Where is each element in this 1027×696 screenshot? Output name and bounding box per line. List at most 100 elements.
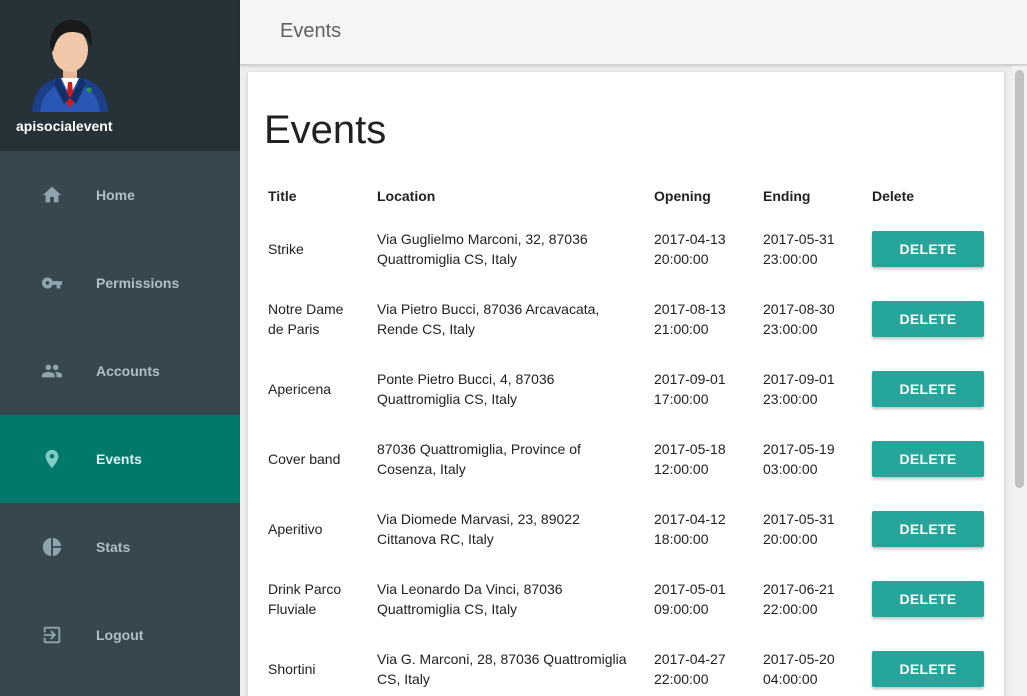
table-row: Strike Via Guglielmo Marconi, 32, 87036 …: [260, 214, 996, 284]
sidebar-item-accounts[interactable]: Accounts: [0, 327, 240, 415]
event-opening: 2017-09-01 17:00:00: [646, 354, 755, 424]
event-title: Strike: [268, 241, 304, 257]
location-pin-icon: [40, 447, 64, 471]
event-opening: 2017-08-13 21:00:00: [646, 284, 755, 354]
ending-time: 20:00:00: [763, 531, 818, 547]
sidebar-item-label: Home: [96, 187, 135, 203]
sidebar-item-label: Events: [96, 451, 142, 467]
table-row: Notre Dame de Paris Via Pietro Bucci, 87…: [260, 284, 996, 354]
table-row: Drink Parco Fluviale Via Leonardo Da Vin…: [260, 564, 996, 634]
event-title: Shortini: [268, 661, 316, 677]
event-delete-cell: DELETE: [864, 634, 996, 696]
event-ending: 2017-09-01 23:00:00: [755, 354, 864, 424]
sidebar-item-home[interactable]: Home: [0, 151, 240, 239]
ending-time: 23:00:00: [763, 321, 818, 337]
event-location: Via Pietro Bucci, 87036 Arcavacata, Rend…: [377, 301, 600, 337]
toolbar-title: Events: [280, 20, 342, 42]
ending-time: 23:00:00: [763, 391, 818, 407]
key-icon: [40, 271, 64, 295]
event-location: 87036 Quattromiglia, Province of Cosenza…: [377, 441, 581, 477]
opening-time: 18:00:00: [654, 531, 709, 547]
user-avatar: [32, 19, 108, 112]
delete-button[interactable]: DELETE: [872, 301, 984, 337]
event-ending: 2017-05-31 23:00:00: [755, 214, 864, 284]
event-ending: 2017-08-30 23:00:00: [755, 284, 864, 354]
event-title: Notre Dame de Paris: [268, 301, 344, 337]
event-title: Apericena: [268, 381, 332, 397]
ending-date: 2017-06-21: [763, 581, 835, 597]
delete-button[interactable]: DELETE: [872, 581, 984, 617]
vertical-scrollbar[interactable]: [1012, 66, 1027, 696]
opening-time: 21:00:00: [654, 321, 709, 337]
opening-time: 17:00:00: [654, 391, 709, 407]
table-row: Shortini Via G. Marconi, 28, 87036 Quatt…: [260, 634, 996, 696]
ending-date: 2017-05-31: [763, 231, 835, 247]
event-title: Aperitivo: [268, 521, 323, 537]
delete-button[interactable]: DELETE: [872, 511, 984, 547]
column-header-delete: Delete: [872, 188, 915, 204]
sidebar: apisocialevent Home Permissions Accounts: [0, 0, 240, 696]
event-delete-cell: DELETE: [864, 214, 996, 284]
people-icon: [40, 359, 64, 383]
ending-date: 2017-05-20: [763, 651, 835, 667]
opening-date: 2017-05-01: [654, 581, 726, 597]
ending-date: 2017-05-19: [763, 441, 835, 457]
delete-button[interactable]: DELETE: [872, 651, 984, 687]
opening-date: 2017-05-18: [654, 441, 726, 457]
table-row: Apericena Ponte Pietro Bucci, 4, 87036 Q…: [260, 354, 996, 424]
event-location: Via Leonardo Da Vinci, 87036 Quattromigl…: [377, 581, 563, 617]
event-location: Via G. Marconi, 28, 87036 Quattromiglia …: [377, 651, 627, 687]
ending-time: 22:00:00: [763, 601, 818, 617]
event-location: Via Guglielmo Marconi, 32, 87036 Quattro…: [377, 231, 588, 267]
event-opening: 2017-04-12 18:00:00: [646, 494, 755, 564]
logout-icon: [40, 623, 64, 647]
sidebar-item-events[interactable]: Events: [0, 415, 240, 503]
sidebar-item-label: Stats: [96, 539, 131, 555]
opening-time: 22:00:00: [654, 671, 709, 687]
username: apisocialevent: [16, 118, 113, 134]
profile-section: apisocialevent: [0, 0, 240, 151]
sidebar-item-permissions[interactable]: Permissions: [0, 239, 240, 327]
events-table: Title Location Opening Ending Delete Str…: [260, 178, 996, 696]
ending-time: 03:00:00: [763, 461, 818, 477]
top-app-bar: Events: [240, 0, 1027, 65]
delete-button[interactable]: DELETE: [872, 371, 984, 407]
event-opening: 2017-05-18 12:00:00: [646, 424, 755, 494]
delete-button[interactable]: DELETE: [872, 441, 984, 477]
column-header-opening: Opening: [654, 188, 711, 204]
column-header-title: Title: [268, 188, 297, 204]
sidebar-item-logout[interactable]: Logout: [0, 591, 240, 679]
sidebar-item-label: Logout: [96, 627, 144, 643]
event-title: Cover band: [268, 451, 341, 467]
event-delete-cell: DELETE: [864, 564, 996, 634]
sidebar-item-label: Permissions: [96, 275, 180, 291]
opening-date: 2017-09-01: [654, 371, 726, 387]
app-root: apisocialevent Home Permissions Accounts: [0, 0, 1027, 696]
opening-time: 20:00:00: [654, 251, 709, 267]
opening-time: 12:00:00: [654, 461, 709, 477]
ending-time: 23:00:00: [763, 251, 818, 267]
scrollbar-thumb[interactable]: [1015, 70, 1024, 488]
event-delete-cell: DELETE: [864, 494, 996, 564]
events-card: Events Title Location Opening Ending Del…: [248, 72, 1004, 696]
home-icon: [40, 183, 64, 207]
page-title: Events: [264, 108, 387, 152]
column-header-location: Location: [377, 188, 436, 204]
event-delete-cell: DELETE: [864, 424, 996, 494]
event-location: Via Diomede Marvasi, 23, 89022 Cittanova…: [377, 511, 580, 547]
event-ending: 2017-05-20 04:00:00: [755, 634, 864, 696]
opening-time: 09:00:00: [654, 601, 709, 617]
event-ending: 2017-05-19 03:00:00: [755, 424, 864, 494]
opening-date: 2017-04-27: [654, 651, 726, 667]
event-ending: 2017-06-21 22:00:00: [755, 564, 864, 634]
opening-date: 2017-04-13: [654, 231, 726, 247]
event-delete-cell: DELETE: [864, 354, 996, 424]
ending-date: 2017-09-01: [763, 371, 835, 387]
sidebar-item-stats[interactable]: Stats: [0, 503, 240, 591]
event-ending: 2017-05-31 20:00:00: [755, 494, 864, 564]
column-header-ending: Ending: [763, 188, 811, 204]
delete-button[interactable]: DELETE: [872, 231, 984, 267]
event-location: Ponte Pietro Bucci, 4, 87036 Quattromigl…: [377, 371, 555, 407]
event-delete-cell: DELETE: [864, 284, 996, 354]
opening-date: 2017-08-13: [654, 301, 726, 317]
